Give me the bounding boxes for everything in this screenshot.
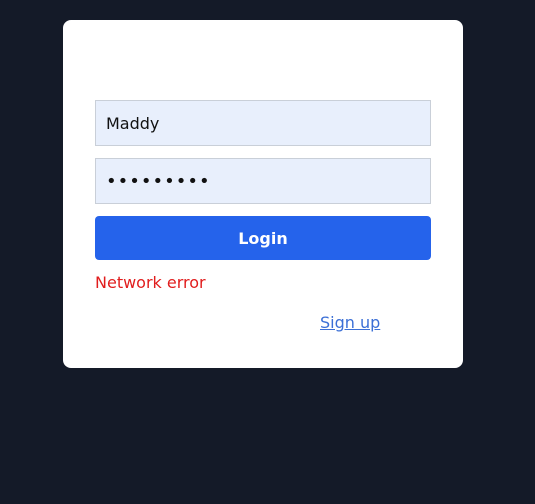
error-message: Network error bbox=[95, 273, 206, 292]
login-button[interactable]: Login bbox=[95, 216, 431, 260]
username-input[interactable] bbox=[95, 100, 431, 146]
login-card: Login Network error Sign up bbox=[63, 20, 463, 368]
password-input[interactable] bbox=[95, 158, 431, 204]
signup-link[interactable]: Sign up bbox=[320, 313, 380, 333]
